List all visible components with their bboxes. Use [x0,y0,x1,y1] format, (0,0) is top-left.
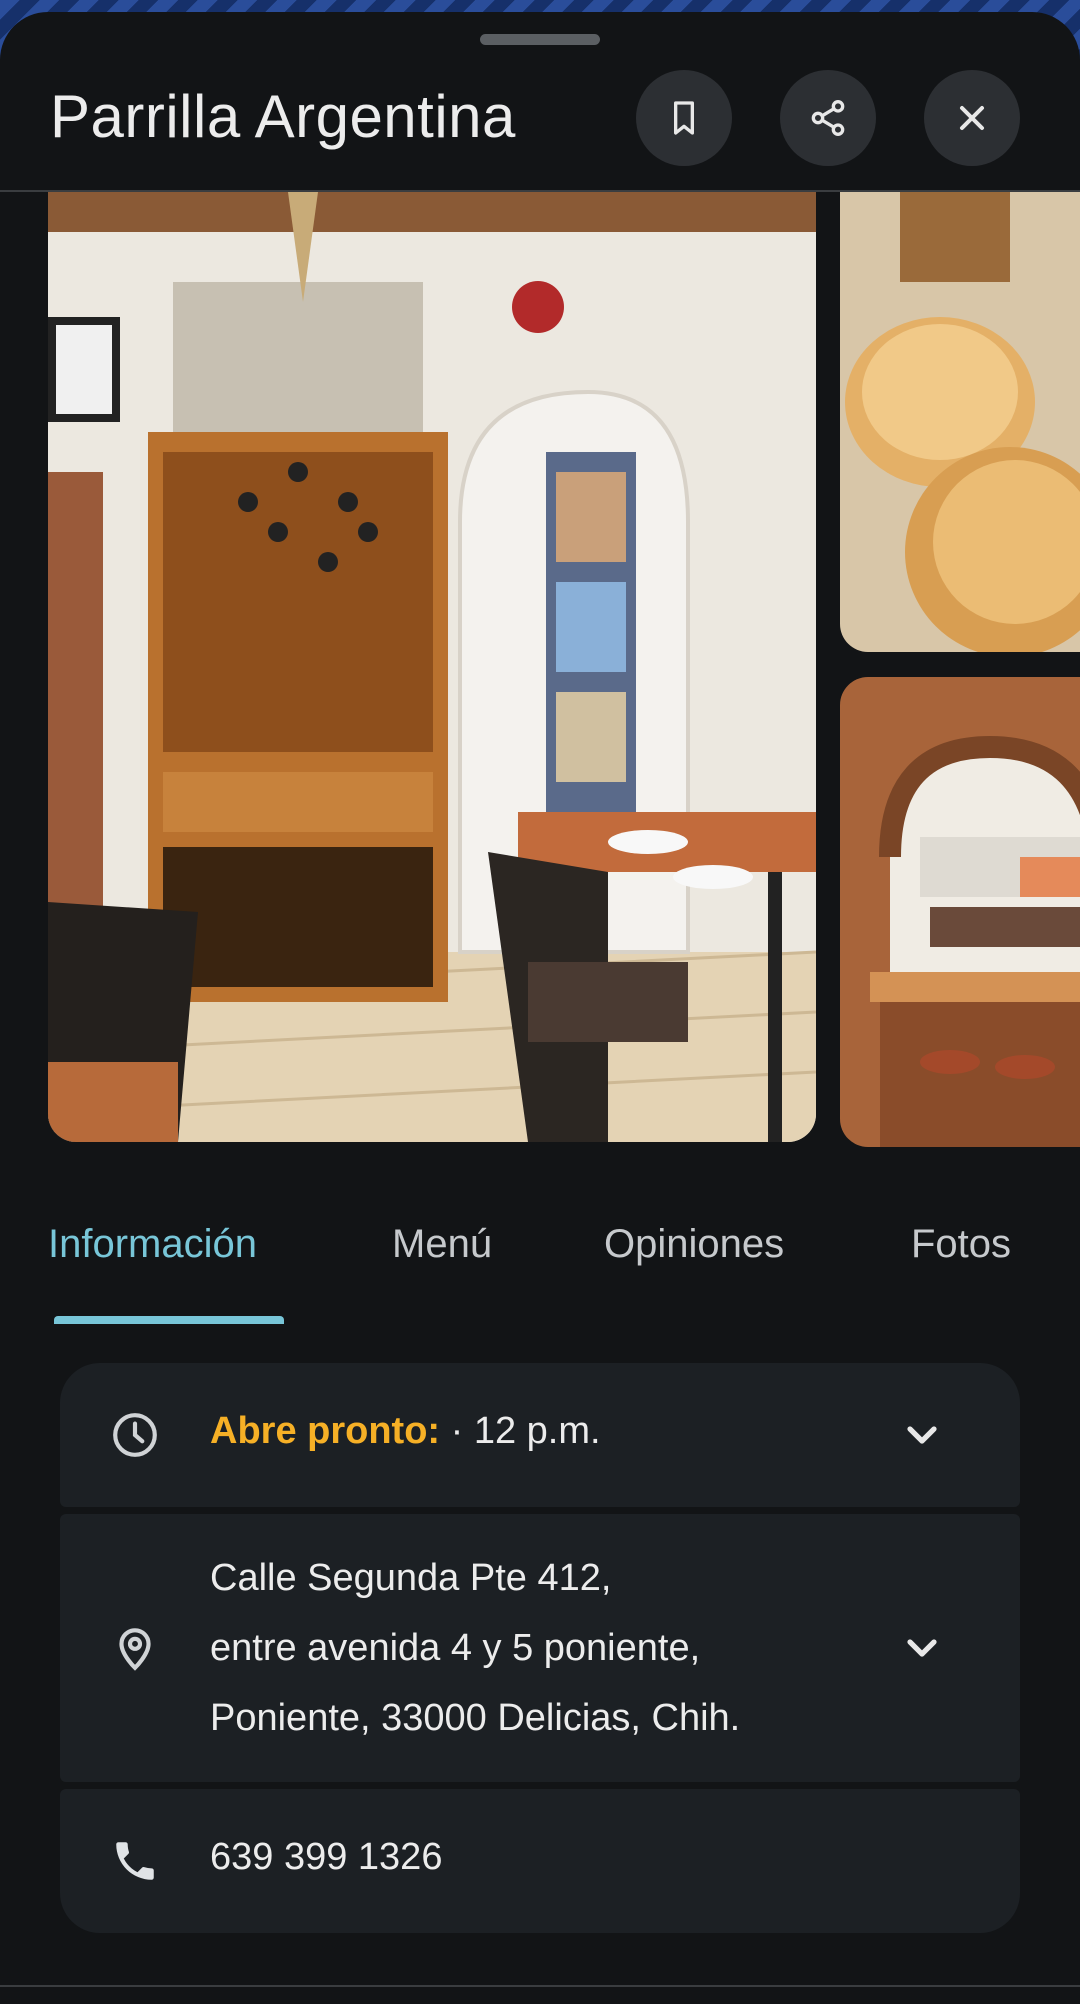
tab-informacion[interactable]: Información [48,1222,257,1267]
photo-dining-room[interactable] [840,677,1080,1147]
bookmark-icon [674,101,694,135]
hours-text: Abre pronto: · 12 p.m. [210,1410,601,1453]
tab-opiniones[interactable]: Opiniones [604,1222,784,1267]
phone-icon [110,1836,160,1886]
interior-photo-image [48,192,816,1142]
save-button[interactable] [636,70,732,166]
address-line-2: entre avenida 4 y 5 poniente, [210,1627,701,1669]
chevron-down-icon[interactable] [898,1624,946,1672]
active-tab-indicator [54,1316,284,1324]
bottom-divider [0,1985,1080,1987]
close-button[interactable] [924,70,1020,166]
hours-status: Abre pronto: [210,1410,441,1452]
drag-handle[interactable] [480,34,600,45]
tab-menu[interactable]: Menú [392,1222,492,1267]
phone-number[interactable]: 639 399 1326 [210,1836,442,1879]
address-row[interactable]: Calle Segunda Pte 412, entre avenida 4 y… [60,1514,1020,1782]
hours-time: · 12 p.m. [440,1410,601,1452]
location-pin-icon [110,1623,160,1673]
address-line-3: Poniente, 33000 Delicias, Chih. [210,1697,741,1739]
share-icon [811,100,845,137]
share-button[interactable] [780,70,876,166]
hours-row[interactable]: Abre pronto: · 12 p.m. [60,1363,1020,1507]
photo-bread[interactable] [840,192,1080,652]
chevron-down-icon[interactable] [898,1411,946,1459]
tab-fotos[interactable]: Fotos [911,1222,1011,1267]
phone-row[interactable]: 639 399 1326 [60,1789,1020,1933]
place-title: Parrilla Argentina [50,83,516,150]
address-line-1: Calle Segunda Pte 412, [210,1557,612,1599]
address-text: Calle Segunda Pte 412, entre avenida 4 y… [210,1543,740,1753]
clock-icon [110,1410,160,1460]
photo-interior[interactable] [48,192,816,1142]
close-icon [960,106,984,130]
place-sheet: Parrilla Argentina Información Menú Opin… [0,12,1080,2004]
bread-photo-image [840,192,1080,652]
dining-room-photo-image [840,677,1080,1147]
